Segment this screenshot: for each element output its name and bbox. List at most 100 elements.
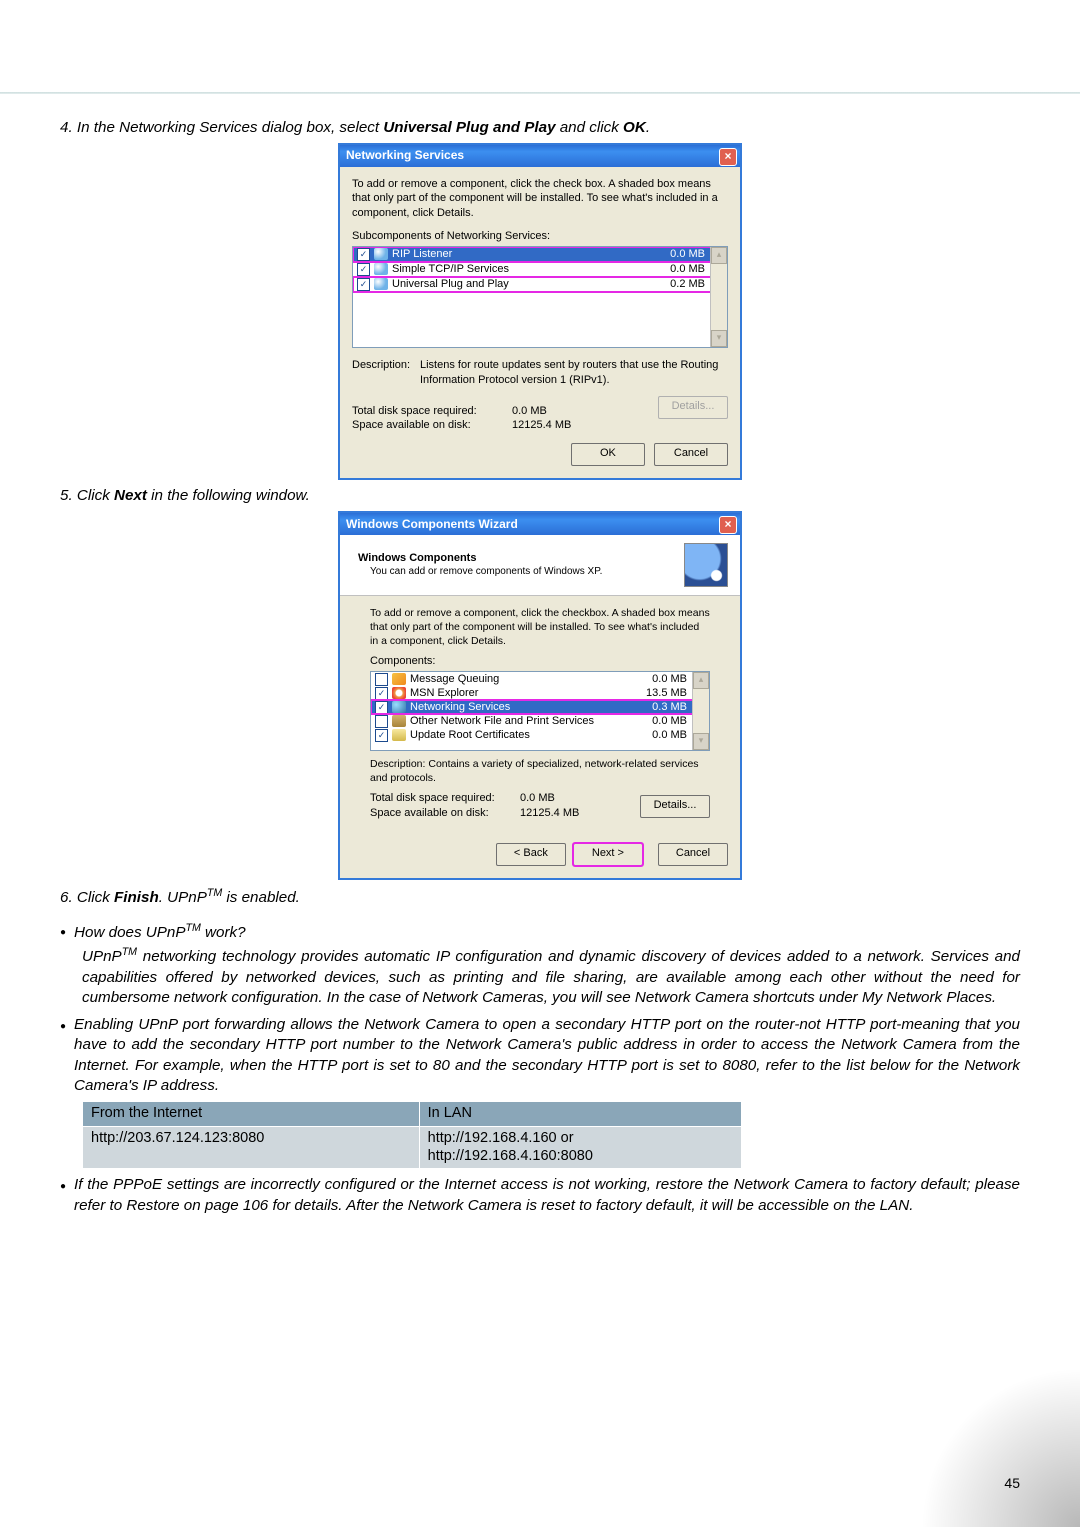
p2-text: Enabling UPnP port forwarding allows the…	[74, 1015, 1020, 1097]
avail-label: Space available on disk:	[370, 806, 520, 821]
td-lan-a: http://192.168.4.160 or	[428, 1130, 574, 1146]
wizard-head-sub: You can add or remove components of Wind…	[370, 565, 602, 579]
avail-val: 12125.4 MB	[520, 806, 579, 821]
step5-b: in the following window.	[147, 487, 310, 504]
row-label: MSN Explorer	[410, 686, 478, 701]
step4-bold2: OK	[623, 119, 646, 136]
step4-text: 4. In the Networking Services dialog box…	[60, 118, 1020, 139]
req-label: Total disk space required:	[370, 791, 520, 806]
fileprint-icon	[392, 715, 406, 727]
description-text: Listens for route updates sent by router…	[420, 358, 728, 388]
step4-b: and click	[556, 119, 624, 136]
page-gradient	[920, 1367, 1080, 1527]
req-val: 0.0 MB	[520, 791, 555, 806]
td-lan: http://192.168.4.160 or http://192.168.4…	[419, 1126, 741, 1169]
q1-lead: How does UPnP	[74, 924, 185, 941]
row-size: 0.2 MB	[670, 277, 705, 292]
network-icon	[374, 248, 388, 260]
header-rule	[0, 92, 1080, 94]
td-internet: http://203.67.124.123:8080	[83, 1126, 420, 1169]
components-listbox[interactable]: Message Queuing 0.0 MB MSN Explorer 13.5…	[370, 671, 710, 751]
req-val: 0.0 MB	[512, 404, 547, 419]
checkbox-icon[interactable]	[357, 248, 370, 261]
step6-c: is enabled.	[222, 889, 300, 906]
p3-bullet: If the PPPoE settings are incorrectly co…	[60, 1175, 1020, 1216]
row-size: 0.0 MB	[652, 672, 687, 687]
row-update-root-cert[interactable]: Update Root Certificates 0.0 MB	[371, 728, 709, 742]
dialog1-sublabel: Subcomponents of Networking Services:	[352, 229, 728, 244]
back-button[interactable]: < Back	[496, 843, 566, 866]
avail-val: 12125.4 MB	[512, 418, 571, 433]
scroll-down-icon[interactable]: ▾	[693, 733, 709, 750]
p2-bullet: Enabling UPnP port forwarding allows the…	[60, 1015, 1020, 1097]
scrollbar[interactable]: ▴ ▾	[692, 672, 709, 750]
details-button: Details...	[658, 396, 728, 419]
q1-body-sup: TM	[122, 946, 137, 958]
row-label: Message Queuing	[410, 672, 499, 687]
step6-text: 6. Click Finish. UPnPTM is enabled.	[60, 886, 1020, 909]
checkbox-icon[interactable]	[375, 687, 388, 700]
checkbox-icon[interactable]	[357, 263, 370, 276]
scroll-up-icon[interactable]: ▴	[693, 672, 709, 689]
q1-tail: work?	[201, 924, 246, 941]
network-icon	[374, 263, 388, 275]
th-lan: In LAN	[419, 1102, 741, 1127]
close-icon[interactable]: ×	[719, 148, 737, 166]
row-msn-explorer[interactable]: MSN Explorer 13.5 MB	[371, 686, 709, 700]
msgqueue-icon	[392, 673, 406, 685]
q1-sup: TM	[185, 922, 200, 934]
dialog1-title: Networking Services	[346, 147, 464, 163]
description-label: Description:	[352, 358, 420, 388]
row-upnp[interactable]: Universal Plug and Play 0.2 MB	[353, 277, 727, 292]
row-networking-services[interactable]: Networking Services 0.3 MB	[371, 700, 709, 714]
networking-services-dialog: Networking Services × To add or remove a…	[338, 143, 742, 481]
q1-body-a: UPnP	[82, 948, 122, 965]
th-internet: From the Internet	[83, 1102, 420, 1127]
dialog2-title: Windows Components Wizard	[346, 516, 518, 532]
step4-a: 4. In the Networking Services dialog box…	[60, 119, 383, 136]
p3-text: If the PPPoE settings are incorrectly co…	[74, 1175, 1020, 1216]
req-label: Total disk space required:	[352, 404, 512, 419]
close-icon[interactable]: ×	[719, 516, 737, 534]
step5-a: 5. Click	[60, 487, 114, 504]
titlebar: Networking Services ×	[340, 145, 740, 167]
row-size: 0.0 MB	[652, 728, 687, 743]
checkbox-icon[interactable]	[375, 673, 388, 686]
q1-body: UPnPTM networking technology provides au…	[82, 945, 1020, 1009]
row-size: 0.0 MB	[652, 714, 687, 729]
row-message-queuing[interactable]: Message Queuing 0.0 MB	[371, 672, 709, 686]
scroll-down-icon[interactable]: ▾	[711, 330, 727, 347]
page-number: 45	[1004, 1475, 1020, 1491]
scrollbar[interactable]: ▴ ▾	[710, 247, 727, 347]
subcomponents-listbox[interactable]: RIP Listener 0.0 MB Simple TCP/IP Servic…	[352, 246, 728, 348]
scroll-up-icon[interactable]: ▴	[711, 247, 727, 264]
avail-label: Space available on disk:	[352, 418, 512, 433]
row-label: Simple TCP/IP Services	[392, 262, 509, 277]
step6-sup: TM	[207, 887, 222, 899]
checkbox-icon[interactable]	[357, 278, 370, 291]
checkbox-icon[interactable]	[375, 729, 388, 742]
row-size: 0.0 MB	[670, 247, 705, 262]
step6-bold: Finish	[114, 889, 159, 906]
checkbox-icon[interactable]	[375, 701, 388, 714]
q-upnp-work: How does UPnPTM work?	[60, 921, 1020, 944]
row-size: 0.0 MB	[670, 262, 705, 277]
cancel-button[interactable]: Cancel	[658, 843, 728, 866]
network-icon	[374, 278, 388, 290]
dialog1-intro: To add or remove a component, click the …	[352, 177, 728, 222]
row-simple-tcpip[interactable]: Simple TCP/IP Services 0.0 MB	[353, 262, 727, 277]
row-rip-listener[interactable]: RIP Listener 0.0 MB	[353, 247, 727, 262]
step6-a: 6. Click	[60, 889, 114, 906]
row-other-network[interactable]: Other Network File and Print Services 0.…	[371, 714, 709, 728]
row-label: Other Network File and Print Services	[410, 714, 594, 729]
msn-icon	[392, 687, 406, 699]
ok-button[interactable]: OK	[571, 443, 645, 466]
details-button[interactable]: Details...	[640, 795, 710, 818]
q1-body-b: networking technology provides automatic…	[82, 948, 1020, 1006]
wizard-header: Windows Components You can add or remove…	[340, 535, 740, 596]
next-button[interactable]: Next >	[573, 843, 643, 866]
step5-text: 5. Click Next in the following window.	[60, 486, 1020, 507]
cancel-button[interactable]: Cancel	[654, 443, 728, 466]
dialog2-intro: To add or remove a component, click the …	[370, 606, 710, 649]
checkbox-icon[interactable]	[375, 715, 388, 728]
